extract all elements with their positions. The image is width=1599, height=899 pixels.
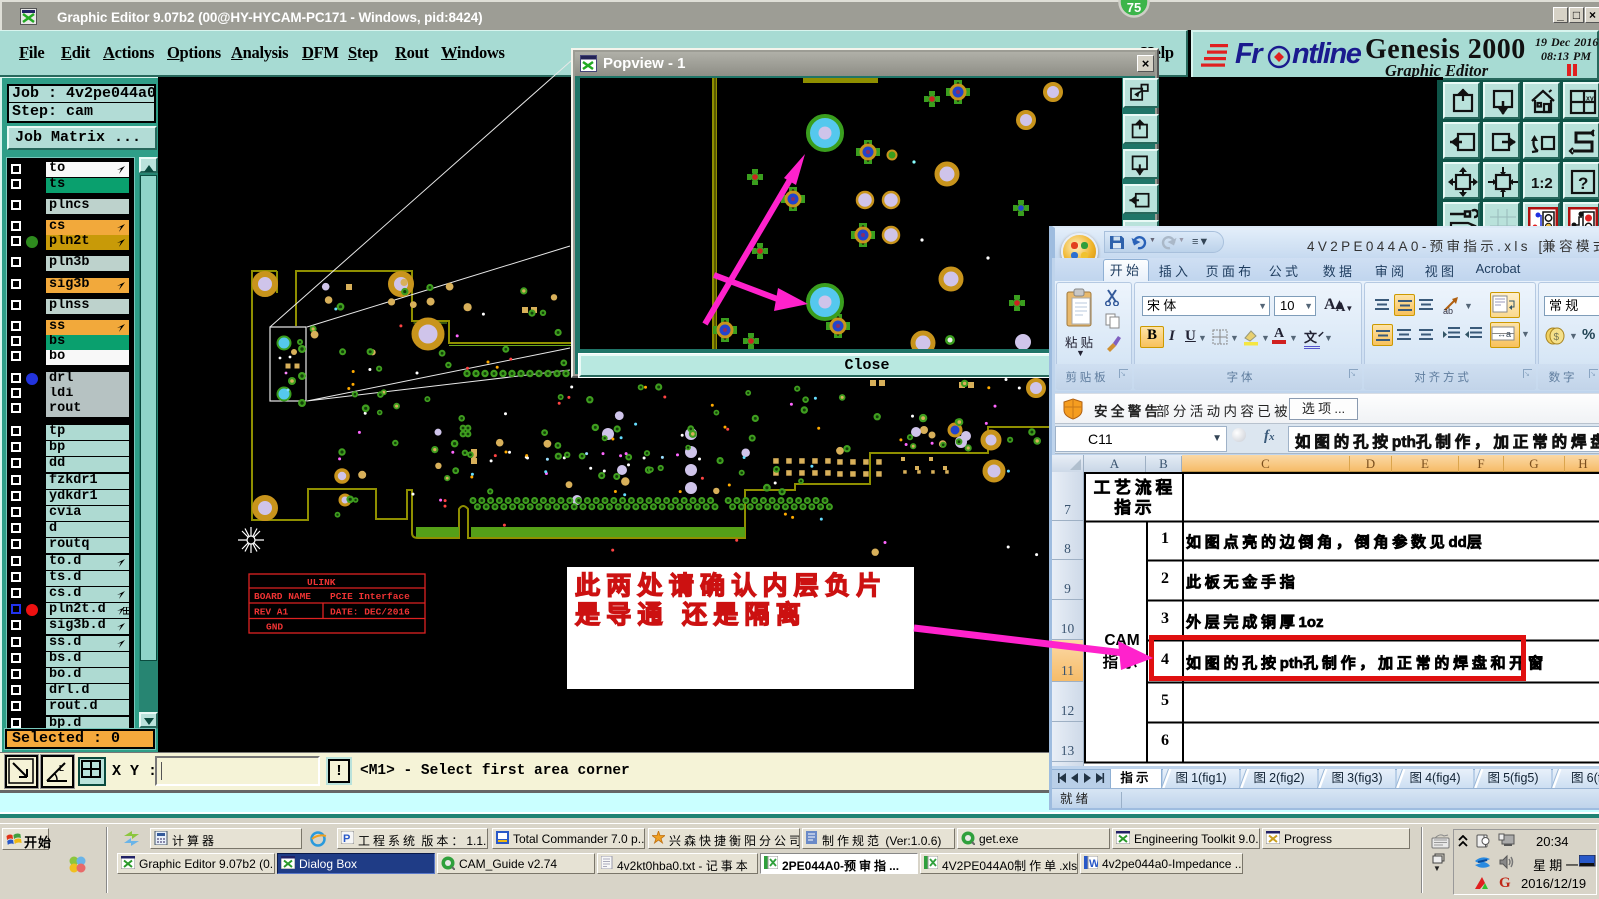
svg-text:W: W bbox=[1089, 858, 1098, 869]
svg-text:PCIE Interface: PCIE Interface bbox=[330, 591, 410, 602]
svg-text:GND: GND bbox=[266, 622, 283, 633]
svg-text:REV A1: REV A1 bbox=[254, 607, 289, 618]
svg-text:DATE: DEC/2016: DATE: DEC/2016 bbox=[330, 607, 410, 618]
svg-text:G: G bbox=[1499, 875, 1511, 890]
svg-text:L: L bbox=[59, 764, 64, 773]
svg-text:xy: xy bbox=[1586, 96, 1594, 103]
svg-text:1:2: 1:2 bbox=[1531, 175, 1553, 192]
svg-text:?: ? bbox=[1578, 174, 1588, 193]
svg-text:BOARD NAME: BOARD NAME bbox=[254, 591, 311, 602]
svg-text:P: P bbox=[343, 833, 350, 844]
svg-text:ULINK: ULINK bbox=[307, 577, 336, 588]
